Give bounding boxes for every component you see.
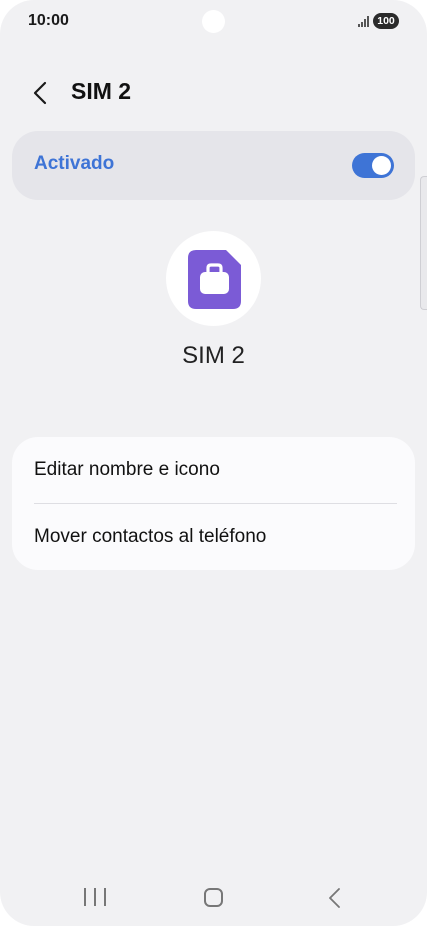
back-button[interactable]	[26, 77, 58, 109]
activation-label: Activado	[34, 153, 115, 174]
home-button[interactable]	[204, 888, 223, 907]
edit-name-icon-option[interactable]: Editar nombre e icono	[12, 437, 415, 503]
back-icon	[329, 888, 340, 908]
recent-apps-icon	[84, 888, 86, 906]
page-title: SIM 2	[71, 78, 132, 104]
move-contacts-option[interactable]: Mover contactos al teléfono	[12, 504, 415, 570]
sim-name: SIM 2	[182, 342, 245, 369]
nav-back-button[interactable]	[324, 886, 346, 910]
scrollbar[interactable]	[420, 176, 427, 310]
briefcase-sim-icon	[188, 250, 241, 309]
chevron-left-icon	[33, 81, 47, 105]
camera-cutout	[202, 10, 225, 33]
toggle-knob	[372, 156, 391, 175]
sim-avatar[interactable]	[166, 231, 261, 326]
activation-toggle[interactable]	[352, 153, 394, 178]
option-label: Mover contactos al teléfono	[34, 526, 267, 547]
signal-icon	[358, 15, 369, 27]
recent-apps-button[interactable]	[84, 888, 106, 908]
phone-screen: 10:00 100 SIM 2 Activado SIM 2 Editar no…	[0, 0, 427, 926]
status-time: 10:00	[28, 12, 69, 29]
option-label: Editar nombre e icono	[34, 459, 220, 480]
activation-card[interactable]: Activado	[12, 131, 415, 200]
battery-icon: 100	[373, 13, 399, 29]
status-icons: 100	[358, 13, 399, 29]
options-card: Editar nombre e icono Mover contactos al…	[12, 437, 415, 570]
